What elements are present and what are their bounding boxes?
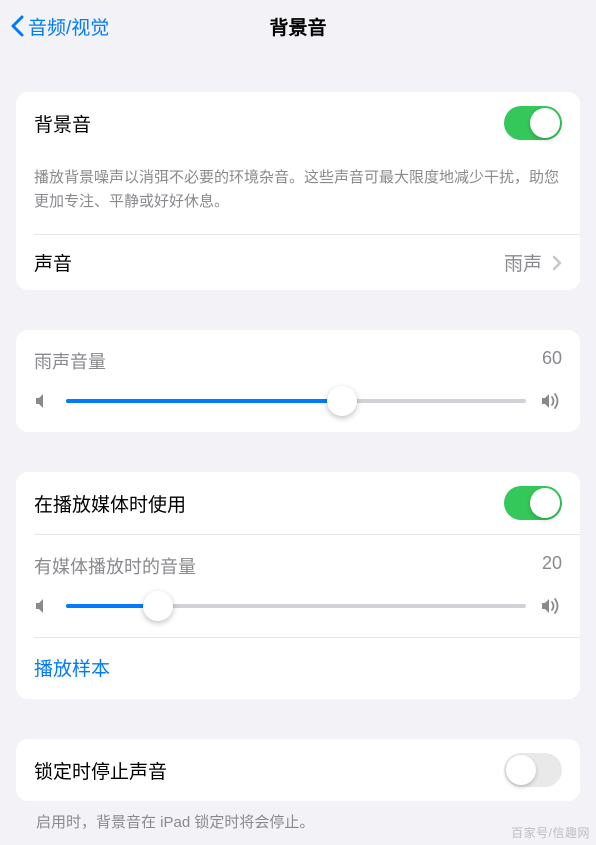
stop-on-lock-label: 锁定时停止声音	[34, 757, 167, 784]
play-sample-link[interactable]: 播放样本	[16, 638, 580, 699]
rain-volume-slider[interactable]	[66, 399, 526, 403]
speaker-low-icon	[34, 392, 52, 410]
sound-value: 雨声	[504, 249, 542, 276]
use-with-media-label: 在播放媒体时使用	[34, 490, 186, 517]
speaker-low-icon	[34, 597, 52, 615]
watermark: 百家号/信趣网	[511, 824, 590, 841]
chevron-left-icon	[10, 15, 24, 37]
media-volume-value: 20	[542, 553, 562, 579]
background-sound-label: 背景音	[34, 110, 91, 137]
background-sound-group: 背景音 播放背景噪声以消弭不必要的环境杂音。这些声音可最大限度地减少干扰，助您更…	[16, 92, 580, 290]
stop-on-lock-toggle[interactable]	[504, 753, 562, 787]
media-volume-label: 有媒体播放时的音量	[34, 553, 196, 579]
media-group: 在播放媒体时使用 有媒体播放时的音量 20	[16, 472, 580, 699]
chevron-right-icon	[552, 255, 562, 271]
nav-header: 音频/视觉 背景音	[0, 0, 596, 52]
back-label: 音频/视觉	[28, 13, 109, 40]
background-sound-toggle[interactable]	[504, 106, 562, 140]
lock-group: 锁定时停止声音	[16, 739, 580, 801]
background-sound-description: 播放背景噪声以消弭不必要的环境杂音。这些声音可最大限度地减少干扰，助您更加专注、…	[16, 154, 580, 234]
rain-volume-group: 雨声音量 60	[16, 330, 580, 432]
stop-on-lock-row: 锁定时停止声音	[16, 739, 580, 801]
sound-label: 声音	[34, 249, 72, 276]
media-volume-slider[interactable]	[66, 604, 526, 608]
back-button[interactable]: 音频/视觉	[10, 13, 109, 40]
use-with-media-row: 在播放媒体时使用	[16, 472, 580, 534]
rain-volume-label: 雨声音量	[34, 348, 106, 374]
sound-row[interactable]: 声音 雨声	[16, 235, 580, 290]
stop-on-lock-description: 启用时，背景音在 iPad 锁定时将会停止。	[16, 801, 580, 835]
background-sound-row: 背景音	[16, 92, 580, 154]
page-title: 背景音	[269, 13, 326, 40]
speaker-high-icon	[540, 597, 562, 615]
rain-volume-value: 60	[542, 348, 562, 374]
sound-value-container: 雨声	[504, 249, 562, 276]
use-with-media-toggle[interactable]	[504, 486, 562, 520]
speaker-high-icon	[540, 392, 562, 410]
